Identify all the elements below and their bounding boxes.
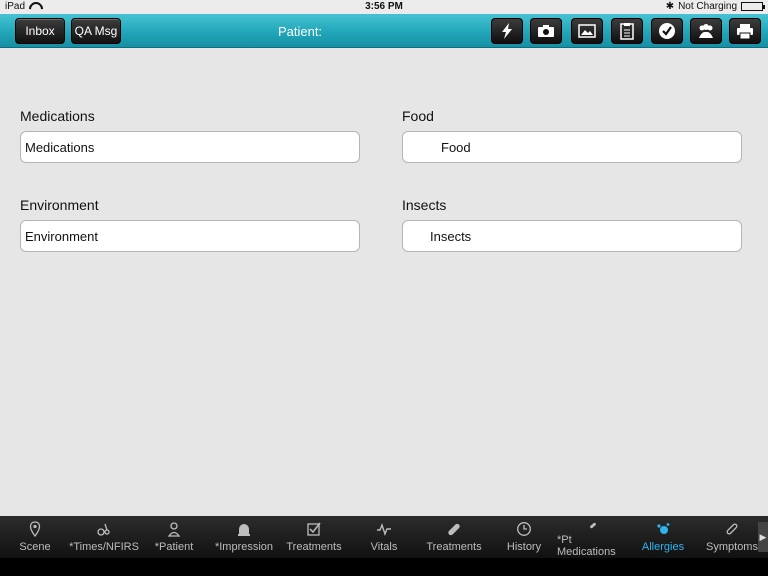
tab-label: *Patient (154, 541, 194, 553)
camera-icon (538, 25, 554, 37)
tab-treatments-1[interactable]: Treatments (283, 516, 345, 558)
checkmark-button[interactable] (651, 18, 683, 44)
pill-icon (590, 522, 596, 529)
tab-label: Treatments (286, 541, 342, 553)
clock-icon (517, 522, 531, 536)
tab-scroll-right-icon[interactable]: ▶ (758, 522, 768, 552)
pulse-icon (377, 522, 391, 537)
bottom-tab-bar: Scene *Times/NFIRS *Patient *Impression … (0, 516, 768, 558)
checkbox-icon (307, 522, 321, 536)
patient-icon (167, 522, 181, 537)
map-pin-icon (29, 521, 41, 537)
tab-label: Allergies (641, 541, 685, 553)
bandage-icon (448, 523, 460, 536)
tab-label: *Pt Medications (557, 534, 616, 558)
tab-label: History (506, 541, 542, 553)
group-button[interactable] (690, 18, 722, 44)
bluetooth-icon: ✱ (665, 1, 675, 12)
food-label: Food (402, 108, 434, 124)
status-bar: iPad 3:56 PM ✱ Not Charging (0, 0, 768, 14)
tab-label: Treatments (426, 541, 482, 553)
tab-symptoms[interactable]: Symptoms (702, 516, 762, 558)
lightning-icon (502, 23, 512, 39)
tab-times-nfirs[interactable]: *Times/NFIRS (68, 516, 140, 558)
page-title: Patient: (277, 24, 323, 39)
status-time: 3:56 PM (365, 1, 403, 12)
food-field[interactable]: Food (402, 131, 742, 163)
bottom-strip (0, 558, 768, 576)
gallery-icon (578, 24, 596, 38)
tab-patient[interactable]: *Patient (145, 516, 203, 558)
siren-icon (238, 524, 250, 536)
gallery-button[interactable] (571, 18, 603, 44)
tab-label: *Impression (214, 541, 274, 553)
insects-field[interactable]: Insects (402, 220, 742, 252)
printer-icon (737, 24, 753, 40)
top-toolbar: Inbox QA Msg Patient: (0, 14, 768, 48)
tab-label: Scene (19, 541, 51, 553)
environment-label: Environment (20, 197, 99, 213)
tab-impression[interactable]: *Impression (208, 516, 280, 558)
print-button[interactable] (729, 18, 761, 44)
stethoscope-icon (726, 523, 738, 535)
medications-field[interactable]: Medications (20, 131, 360, 163)
wrench-icon (97, 523, 110, 536)
allergy-icon (657, 523, 670, 534)
camera-button[interactable] (530, 18, 562, 44)
tab-history[interactable]: History (497, 516, 551, 558)
tab-label: Symptoms (706, 541, 758, 553)
medications-label: Medications (20, 108, 95, 124)
inbox-button[interactable]: Inbox (15, 18, 65, 44)
tab-vitals[interactable]: Vitals (355, 516, 413, 558)
tab-label: *Times/NFIRS (69, 541, 139, 553)
lightning-button[interactable] (491, 18, 523, 44)
tab-label: Vitals (370, 541, 398, 553)
tab-allergies[interactable]: Allergies (636, 516, 690, 558)
clipboard-button[interactable] (611, 18, 643, 44)
battery-icon (741, 2, 765, 11)
qa-msg-button[interactable]: QA Msg (71, 18, 121, 44)
clipboard-icon (620, 23, 634, 40)
checkmark-icon (659, 23, 675, 39)
insects-label: Insects (402, 197, 447, 213)
tab-scene[interactable]: Scene (4, 516, 66, 558)
tab-treatments-2[interactable]: Treatments (423, 516, 485, 558)
tab-pt-medications[interactable]: *Pt Medications (557, 516, 629, 558)
charging-status: Not Charging (678, 1, 737, 12)
environment-field[interactable]: Environment (20, 220, 360, 252)
group-icon (699, 24, 713, 38)
